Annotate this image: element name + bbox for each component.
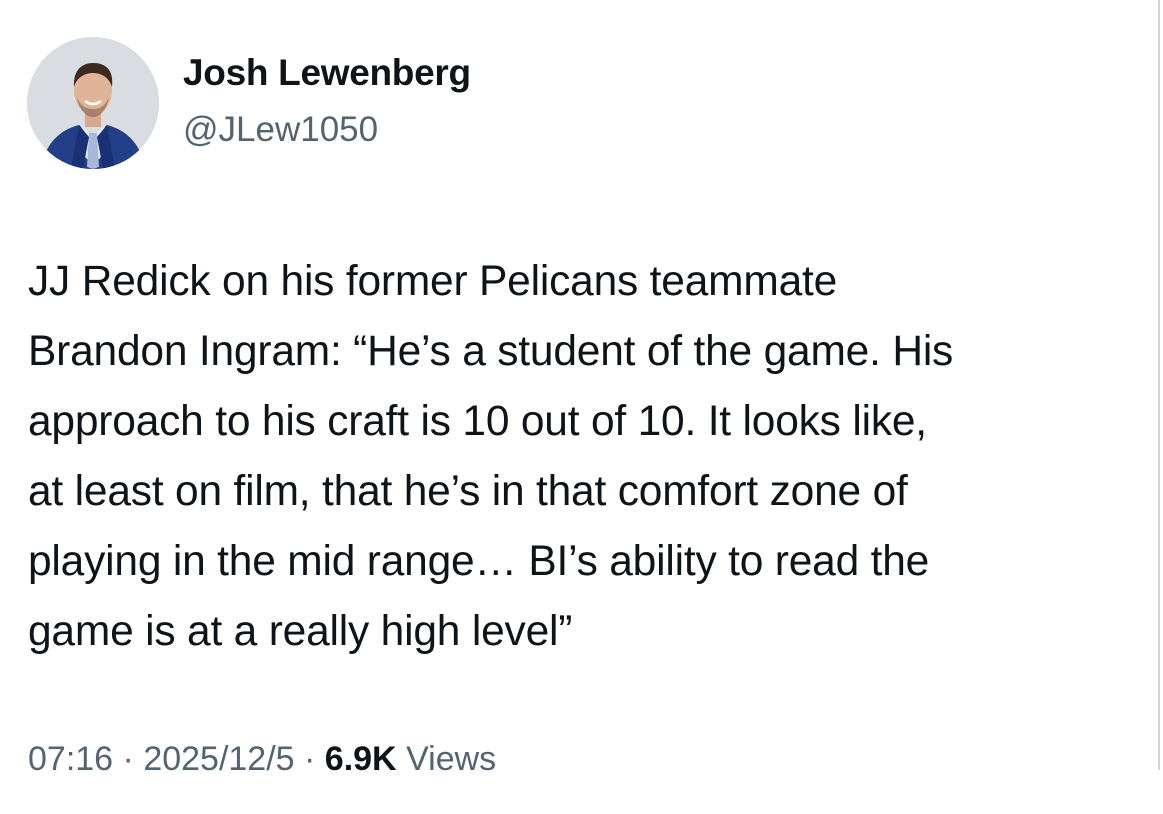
meta-separator: · bbox=[113, 740, 144, 778]
meta-separator: · bbox=[294, 740, 325, 778]
avatar[interactable] bbox=[27, 37, 159, 169]
tweet-date[interactable]: 2025/12/5 bbox=[143, 740, 294, 778]
tweet-text-line: game is at a really high level” bbox=[28, 608, 573, 655]
watermark-overlay bbox=[410, 772, 750, 808]
tweet-text-line: at least on film, that he’s in that comf… bbox=[28, 468, 908, 515]
tweet-text-line: approach to his craft is 10 out of 10. I… bbox=[28, 398, 927, 445]
author-handle[interactable]: @JLew1050 bbox=[183, 110, 378, 150]
tweet-text-line: Brandon Ingram: “He’s a student of the g… bbox=[28, 328, 954, 375]
divider bbox=[1158, 0, 1160, 770]
tweet-text-line: playing in the mid range… BI’s ability t… bbox=[28, 538, 930, 585]
profile-photo-icon bbox=[27, 37, 159, 169]
tweet-text-line: JJ Redick on his former Pelicans teammat… bbox=[28, 258, 838, 305]
tweet-card: Josh Lewenberg @JLew1050 JJ Redick on hi… bbox=[0, 0, 1163, 814]
tweet-text: JJ Redick on his former Pelicans teammat… bbox=[28, 247, 1156, 667]
views-count[interactable]: 6.9K bbox=[325, 740, 397, 778]
tweet-time[interactable]: 07:16 bbox=[28, 740, 113, 778]
author-display-name[interactable]: Josh Lewenberg bbox=[183, 52, 471, 94]
